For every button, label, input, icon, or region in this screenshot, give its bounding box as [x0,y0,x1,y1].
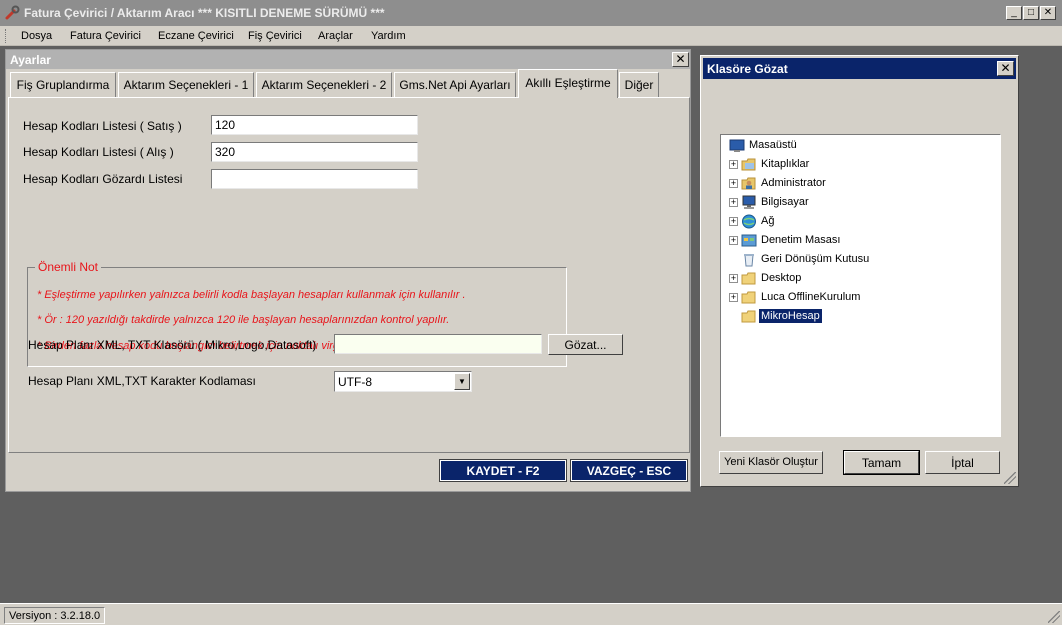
tree-node-masaustu[interactable]: Masaüstü [729,137,989,155]
tab-aktarim-secenekleri-1[interactable]: Aktarım Seçenekleri - 1 [118,72,254,97]
expand-icon[interactable]: + [729,179,738,188]
tab-aktarim-secenekleri-2[interactable]: Aktarım Seçenekleri - 2 [256,72,392,97]
tree-label: Desktop [761,272,802,284]
desktop-icon [729,139,745,152]
dialog-cancel-button[interactable]: İptal [925,451,1000,474]
chevron-down-icon[interactable]: ▼ [454,373,470,390]
folder-path-input[interactable] [334,334,542,354]
expand-icon[interactable]: + [729,198,738,207]
expand-icon[interactable]: + [729,217,738,226]
cancel-button[interactable]: VAZGEÇ - ESC [570,459,688,482]
tree-label: Denetim Masası [761,234,841,246]
recycle-bin-icon [744,254,754,267]
folder-tree[interactable]: Masaüstü + Kitaplıklar + Administrator + [720,134,1001,437]
menu-dosya[interactable]: Dosya [21,30,52,42]
tree-label: Kitaplıklar [761,158,810,170]
expand-icon[interactable]: + [729,293,738,302]
network-icon [742,214,756,229]
libraries-icon [741,158,756,171]
browse-dialog-title: Klasöre Gözat [707,62,788,76]
menu-grip [5,29,8,43]
tree-label: Geri Dönüşüm Kutusu [761,253,870,265]
tree-label: Bilgisayar [761,196,809,208]
resize-grip-icon[interactable] [1048,611,1060,623]
status-bar: Versiyon : 3.2.18.0 [0,603,1062,625]
maximize-button[interactable]: □ [1023,6,1039,20]
tab-gms-net-api-ayarlari[interactable]: Gms.Net Api Ayarları [394,72,516,97]
menu-eczane-cevirici[interactable]: Eczane Çevirici [158,30,234,42]
expand-icon[interactable]: + [729,160,738,169]
tree-label: Luca OfflineKurulum [761,291,861,303]
tab-akilli-eslestirme[interactable]: Akıllı Eşleştirme [518,69,618,98]
tree-label: Ağ [761,215,775,227]
expand-icon[interactable]: + [729,236,738,245]
note-line-1: * Eşleştirme yapılırken yalnızca belirli… [37,289,466,301]
note-line-2: * Ör : 120 yazıldığı takdirde yalnızca 1… [37,314,450,326]
computer-icon [742,195,756,209]
tree-node-ag[interactable]: + Ağ [729,213,989,231]
control-panel-icon [741,234,757,247]
folder-label: Hesap Planı XML, TXT Klasörü ( Mikro,Log… [28,338,317,352]
folder-icon [741,272,756,285]
tree-node-desktop[interactable]: + Desktop [729,270,989,288]
settings-title: Ayarlar [10,53,51,67]
save-button[interactable]: KAYDET - F2 [439,459,567,482]
resize-grip-icon[interactable] [1004,472,1016,484]
browse-close-button[interactable]: ✕ [997,61,1014,76]
important-note-title: Önemli Not [35,260,102,274]
tab-fis-gruplandirma[interactable]: Fiş Gruplandırma [10,72,116,97]
menu-bar: Dosya Fatura Çevirici Eczane Çevirici Fi… [0,26,1062,46]
satis-codes-input[interactable]: 120 [211,115,418,135]
settings-close-button[interactable]: ✕ [672,52,689,67]
tree-label: Administrator [761,177,826,189]
ignore-codes-input[interactable] [211,169,418,189]
alis-codes-input[interactable]: 320 [211,142,418,162]
tab-page-akilli-eslestirme: Hesap Kodları Listesi ( Satış ) 120 Hesa… [8,97,690,453]
minimize-button[interactable]: _ [1006,6,1022,20]
satis-codes-label: Hesap Kodları Listesi ( Satış ) [23,119,182,133]
menu-yardim[interactable]: Yardım [371,30,406,42]
browse-folder-dialog: Klasöre Gözat ✕ Masaüstü + Kitaplıklar + [700,55,1019,487]
close-window-button[interactable]: ✕ [1040,6,1056,20]
app-wrench-icon [5,5,20,20]
tree-label: Masaüstü [749,139,797,151]
browse-dialog-header[interactable]: Klasöre Gözat ✕ [703,58,1016,79]
tab-diger[interactable]: Diğer [619,72,659,97]
encoding-select[interactable]: UTF-8 ▼ [334,371,472,392]
encoding-label: Hesap Planı XML,TXT Karakter Kodlaması [28,374,256,388]
tree-node-denetim-masasi[interactable]: + Denetim Masası [729,232,989,250]
menu-araclar[interactable]: Araçlar [318,30,353,42]
menu-fis-cevirici[interactable]: Fiş Çevirici [248,30,302,42]
ignore-codes-label: Hesap Kodları Gözardı Listesi [23,172,183,186]
encoding-value: UTF-8 [338,375,372,389]
tree-node-kitapliklar[interactable]: + Kitaplıklar [729,156,989,174]
folder-icon [741,310,756,323]
user-folder-icon [741,177,756,190]
tree-node-luca-offlinekurulum[interactable]: + Luca OfflineKurulum [729,289,989,307]
settings-header[interactable]: Ayarlar ✕ [6,50,690,69]
alis-codes-label: Hesap Kodları Listesi ( Alış ) [23,145,174,159]
ok-button[interactable]: Tamam [843,450,920,475]
tree-node-mikrohesap[interactable]: MikroHesap [729,308,989,326]
window-title: Fatura Çevirici / Aktarım Aracı *** KISI… [24,6,385,20]
version-label: Versiyon : 3.2.18.0 [4,607,106,624]
expand-icon[interactable]: + [729,274,738,283]
tree-node-geri-donusum-kutusu[interactable]: Geri Dönüşüm Kutusu [729,251,989,269]
browse-button[interactable]: Gözat... [548,334,623,355]
main-title-bar[interactable]: Fatura Çevirici / Aktarım Aracı *** KISI… [0,0,1062,26]
new-folder-button[interactable]: Yeni Klasör Oluştur [719,451,823,474]
menu-fatura-cevirici[interactable]: Fatura Çevirici [70,30,141,42]
tree-label-selected: MikroHesap [759,309,822,323]
folder-icon [741,291,756,304]
tree-node-administrator[interactable]: + Administrator [729,175,989,193]
settings-panel: Ayarlar ✕ Fiş Gruplandırma Aktarım Seçen… [5,49,691,492]
tree-node-bilgisayar[interactable]: + Bilgisayar [729,194,989,212]
